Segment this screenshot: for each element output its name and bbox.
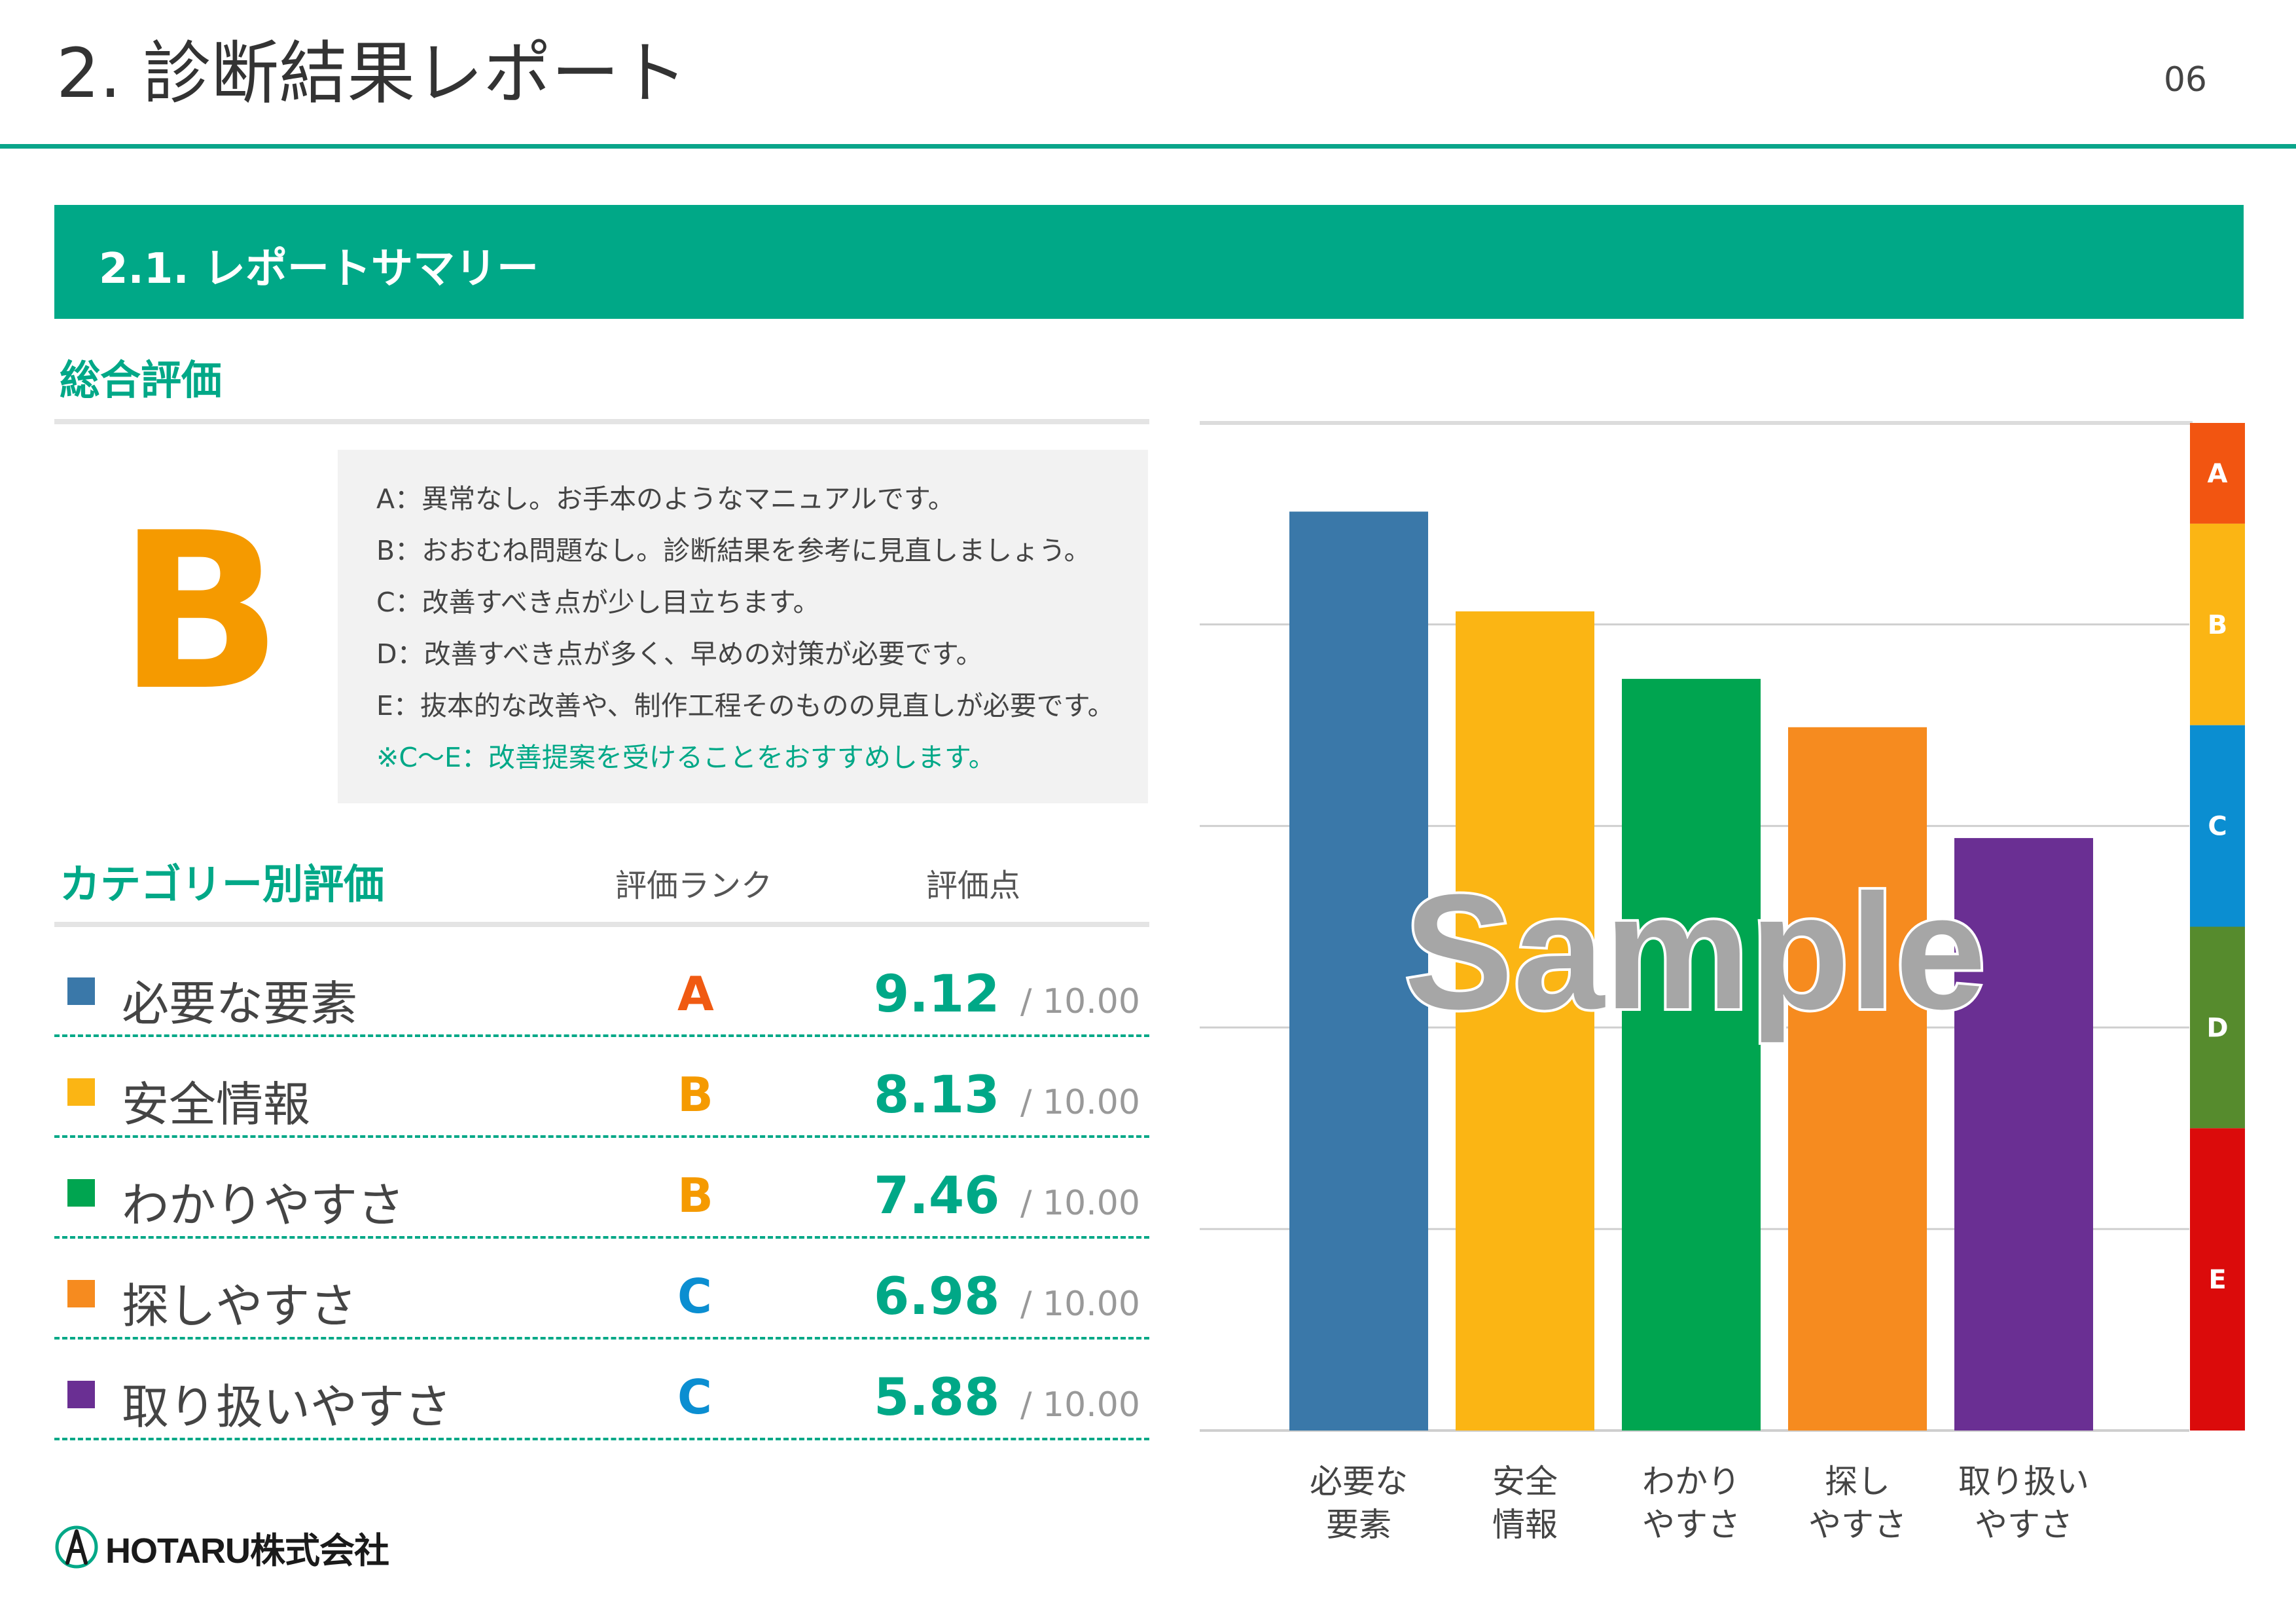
legend-line-e: E：抜本的な改善や、制作工程そのものの見直しが必要です。 <box>376 690 1115 721</box>
category-max-score: / 10.00 <box>1020 1285 1140 1324</box>
page-title: 2. 診断結果レポート <box>56 33 688 113</box>
category-color-square <box>67 1280 95 1307</box>
category-heading: カテゴリー別評価 <box>60 860 385 908</box>
category-label: 必要な要素 <box>122 976 358 1031</box>
overall-grade: B <box>118 486 283 738</box>
category-score-chart: 必要な要素 安全情報 わかりやすさ探しやすさ取り扱いやすさ A B C D E Sample <box>1200 421 2245 1544</box>
category-max-score: / 10.00 <box>1020 1184 1140 1223</box>
category-row: わかりやすさ B 7.46 / 10.00 <box>54 1138 1149 1239</box>
company-name: HOTARU株式会社 <box>105 1531 389 1571</box>
column-header-rank: 評価ランク <box>615 867 773 904</box>
chart-category-label: 取り扱いやすさ <box>1958 1463 2089 1544</box>
category-rank: B <box>677 1168 713 1223</box>
category-row: 必要な要素 A 9.12 / 10.00 <box>54 936 1149 1037</box>
legend-line-a: A：異常なし。お手本のようなマニュアルです。 <box>376 483 955 515</box>
legend-line-b: B：おおむね問題なし。診断結果を参考に見直しましょう。 <box>376 535 1091 566</box>
category-color-square <box>67 977 95 1005</box>
category-label: 取り扱いやすさ <box>122 1379 452 1434</box>
rank-band-label: C <box>2208 812 2227 842</box>
chart-category-label: 安全情報 <box>1492 1463 1558 1544</box>
overall-divider <box>54 419 1149 424</box>
firefly-logo-icon <box>55 1525 98 1569</box>
category-rank: C <box>677 1370 712 1425</box>
rank-band-label: E <box>2208 1265 2226 1295</box>
chart-bar <box>1788 727 1927 1431</box>
column-header-score: 評価点 <box>926 867 1021 904</box>
chart-bar <box>1622 678 1761 1431</box>
chart-category-label: わかりやすさ <box>1642 1463 1740 1544</box>
legend-note: ※C〜E：改善提案を受けることをおすすめします。 <box>376 742 996 773</box>
category-label: 安全情報 <box>122 1077 311 1132</box>
category-color-square <box>67 1381 95 1408</box>
chart-category-label: 探しやすさ <box>1808 1463 1907 1544</box>
chart-category-label: 必要な要素 <box>1310 1463 1408 1544</box>
company-logo: HOTARU株式会社 <box>54 1524 389 1571</box>
category-label: 探しやすさ <box>122 1279 357 1334</box>
sample-watermark: Sample <box>1404 860 1986 1043</box>
category-row: 安全情報 B 8.13 / 10.00 <box>54 1037 1149 1138</box>
category-row: 取り扱いやすさ C 5.88 / 10.00 <box>54 1340 1149 1440</box>
category-color-square <box>67 1078 95 1106</box>
category-rank: C <box>677 1269 712 1324</box>
section-title: 2.1. レポートサマリー <box>99 245 539 293</box>
rank-band-label: B <box>2208 610 2228 640</box>
category-score: 8.13 <box>874 1066 1000 1125</box>
title-divider <box>0 144 2296 149</box>
category-row: 探しやすさ C 6.98 / 10.00 <box>54 1239 1149 1340</box>
category-score: 7.46 <box>874 1167 1000 1226</box>
section-header: 2.1. レポートサマリー <box>54 205 2244 319</box>
rank-band-label: D <box>2206 1013 2228 1043</box>
category-score: 5.88 <box>874 1368 1000 1427</box>
category-score: 9.12 <box>874 965 1000 1024</box>
category-max-score: / 10.00 <box>1020 1385 1140 1425</box>
category-score: 6.98 <box>874 1267 1000 1326</box>
legend-line-d: D：改善すべき点が多く、早めの対策が必要です。 <box>376 638 983 670</box>
category-rank: A <box>677 966 714 1021</box>
category-max-score: / 10.00 <box>1020 1083 1140 1122</box>
category-rank: B <box>677 1067 713 1122</box>
legend-line-c: C：改善すべき点が少し目立ちます。 <box>376 587 820 618</box>
category-color-square <box>67 1179 95 1207</box>
grade-legend: A：異常なし。お手本のようなマニュアルです。 B：おおむね問題なし。診断結果を参… <box>338 450 1148 803</box>
page-number: 06 <box>2163 60 2207 100</box>
overall-heading: 総合評価 <box>60 356 223 404</box>
category-divider <box>54 922 1149 927</box>
category-label: わかりやすさ <box>122 1178 405 1233</box>
rank-band-label: A <box>2208 459 2228 489</box>
category-max-score: / 10.00 <box>1020 982 1140 1021</box>
